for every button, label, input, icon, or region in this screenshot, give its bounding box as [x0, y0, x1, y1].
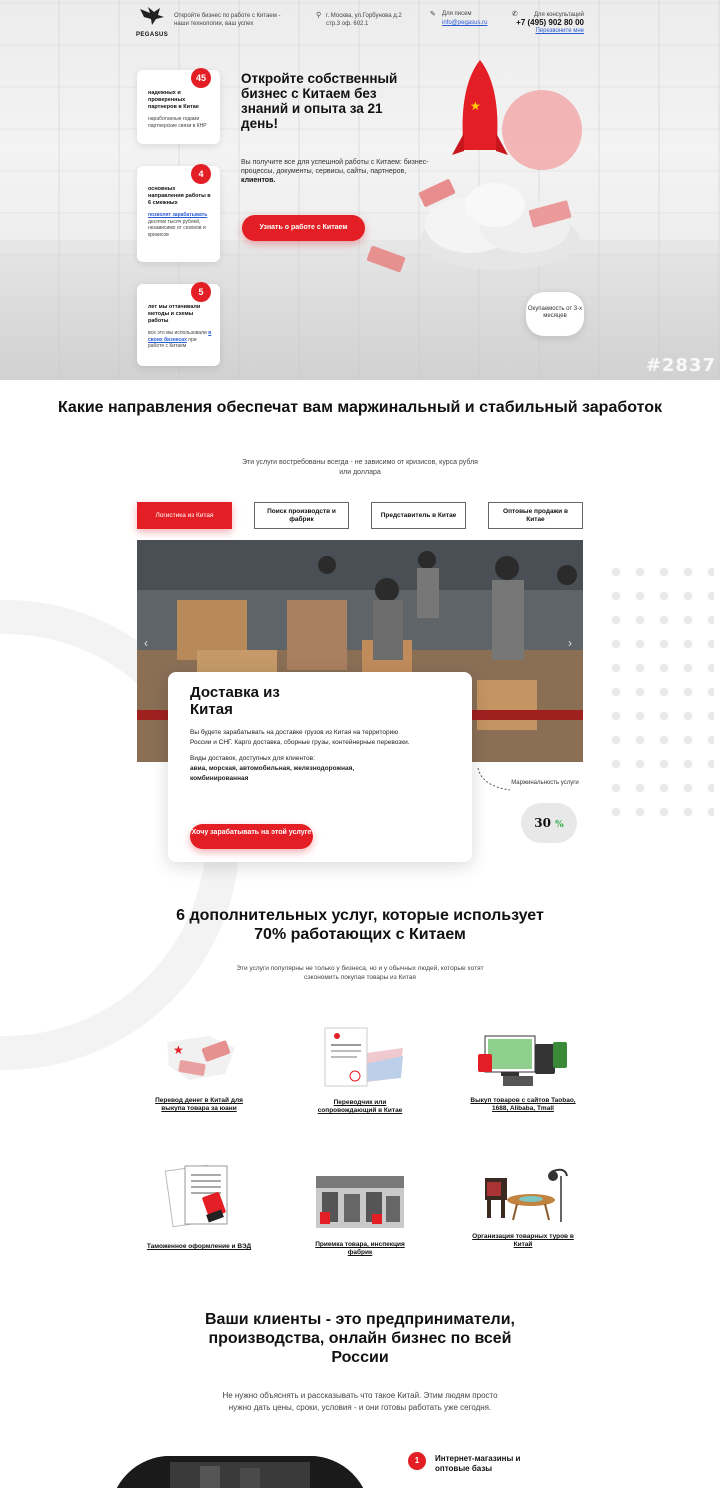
tab-logistics[interactable]: Логистика из Китая: [137, 502, 232, 529]
stat-card-directions: 4 основных направления работы в 6 смежны…: [137, 164, 220, 262]
services-title: 6 дополнительных услуг, которые использу…: [176, 907, 544, 943]
factory-inspection-icon: [316, 1176, 404, 1228]
tab-factories[interactable]: Поиск производств и фабрик: [254, 502, 349, 529]
stat-badge: 4: [191, 164, 211, 184]
logo[interactable]: PEGASUS: [136, 5, 168, 38]
hero-watermark: #2837: [645, 355, 716, 376]
directions-subtitle: Эти услуги востребованы всегда - не зави…: [242, 459, 478, 476]
clients-photo: [110, 1456, 370, 1488]
tab-representative[interactable]: Представитель в Китае: [371, 502, 466, 529]
header-tagline: Откройте бизнес по работе с Китаем - наш…: [174, 13, 281, 27]
service-customs[interactable]: Таможенное оформление и ВЭД: [144, 1162, 254, 1251]
phone-icon: ✆: [512, 11, 518, 18]
clients-title: Ваши клиенты - это предприниматели, прои…: [205, 1311, 515, 1366]
service-purchase[interactable]: Выкуп товаров с сайтов Taobao, 1688, Ali…: [468, 1034, 578, 1113]
stat-card-years: 5 лет мы оттачивали методы и схемы работ…: [137, 282, 220, 366]
clients-subtitle: Не нужно объяснять и рассказывать что та…: [222, 1391, 498, 1412]
service-money-transfer[interactable]: ★ Перевод денег в Китай для выкупа товар…: [144, 1030, 254, 1113]
margin-label: Маржинальность услуги: [511, 780, 579, 786]
stat-badge: 5: [191, 282, 211, 302]
client-number-badge: 1: [408, 1452, 426, 1470]
svg-text:★: ★: [470, 99, 481, 113]
header-mail: ✎ Для писем info@pegasus.ru: [430, 10, 510, 28]
prev-arrow-icon[interactable]: ‹: [144, 636, 148, 650]
service-translator[interactable]: Переводчик или сопровождающий в Китае: [305, 1026, 415, 1115]
card-kinds: Виды доставок, доступных для клиентов: а…: [190, 755, 355, 782]
services-subtitle: Эти услуги популярны не только у бизнеса…: [236, 965, 484, 981]
stat-link[interactable]: позволят зарабатывать: [148, 212, 207, 218]
payback-badge: Окупаемость от 3-х месяцев: [526, 292, 584, 336]
earn-service-button[interactable]: Хочу зарабатывать на этой услуге: [190, 824, 313, 849]
service-inspection[interactable]: Приемка товара, инспекция фабрик: [305, 1172, 415, 1257]
next-arrow-icon[interactable]: ›: [568, 636, 572, 650]
header-address: ⚲ г. Москва, ул.Горбунова д.2 стр.3 оф. …: [316, 12, 402, 27]
stat-badge: 45: [191, 68, 211, 88]
card-description: Вы будете зарабатывать на доставке грузо…: [190, 729, 410, 746]
directions-title: Какие направления обеспечат вам маржинал…: [57, 399, 663, 416]
phone-number[interactable]: +7 (495) 902 80 00: [514, 19, 584, 27]
svg-text:★: ★: [173, 1043, 184, 1057]
callback-link[interactable]: Перезвоните мне: [514, 27, 584, 35]
margin-value: 30 %: [521, 803, 577, 843]
client-type-label: Интернет-магазины и оптовые базы: [435, 1454, 521, 1473]
document-icon: [324, 1027, 403, 1087]
customs-stamp-icon: [164, 1164, 228, 1228]
tab-wholesale[interactable]: Оптовые продажи в Китае: [488, 502, 583, 529]
furniture-icon: [485, 1168, 568, 1222]
pegasus-icon: [140, 7, 164, 25]
money-map-icon: ★: [167, 1036, 235, 1080]
email-link[interactable]: info@pegasus.ru: [430, 19, 510, 28]
service-tours[interactable]: Организация товарных туров в Китай: [468, 1164, 578, 1249]
rocket-illustration: ★: [366, 60, 582, 273]
pencil-icon: ✎: [430, 11, 436, 18]
header-phone: ✆ Для консультаций +7 (495) 902 80 00 Пе…: [512, 11, 584, 35]
shopping-devices-icon: [478, 1035, 567, 1086]
card-title: Доставка из Китая: [190, 684, 280, 718]
location-pin-icon: ⚲: [316, 12, 322, 19]
stat-card-partners: 45 надежных и проверенных партнеров в Ки…: [137, 68, 220, 144]
learn-china-button[interactable]: Узнать о работе с Китаем: [242, 215, 365, 241]
